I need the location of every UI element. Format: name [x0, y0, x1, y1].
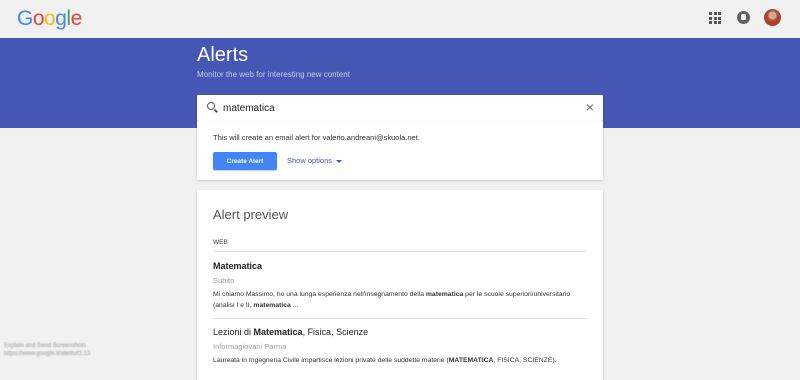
watermark-line: Explain and Send Screenshots [4, 343, 87, 349]
divider [213, 251, 587, 252]
watermark: Explain and Send Screenshots https://www… [4, 342, 90, 358]
page-title: Alerts [197, 44, 249, 66]
page-subtitle: Monitor the web for interesting new cont… [197, 70, 350, 79]
result-source: Informagiovani Parma [213, 342, 287, 351]
result-title-highlight: Matematica [253, 327, 303, 337]
logo-letter: G [17, 7, 33, 30]
alert-preview-card: Alert preview WEB Matematica Subito Mi c… [197, 190, 603, 380]
notifications-icon[interactable] [737, 11, 750, 24]
watermark-line: https://www.google.it/alerts#1:13 [4, 351, 91, 357]
section-label: WEB [213, 239, 228, 246]
snippet-highlight: MATEMATICA [448, 357, 494, 364]
avatar[interactable] [764, 9, 781, 26]
result-snippet: Laureata in Ingegneria Civile impartisce… [213, 355, 593, 366]
result-source: Subito [213, 276, 235, 285]
snippet-text: Mi chiamo Massimo, ho una lunga esperien… [213, 291, 426, 298]
divider [213, 318, 587, 319]
search-box[interactable]: × [197, 95, 603, 121]
result-title-text: Matematica [213, 261, 263, 271]
top-bar: Google [0, 0, 800, 38]
show-options-link[interactable]: Show options [287, 156, 343, 165]
result-title[interactable]: Lezioni di Matematica, Fisica, Scienze [213, 327, 593, 337]
logo-letter: o [44, 7, 56, 30]
search-input[interactable] [221, 100, 561, 116]
logo-letter: o [32, 7, 45, 30]
snippet-text: , FISICA, SCIENZE). [493, 357, 557, 364]
show-options-label: Show options [287, 156, 333, 165]
snippet-text: Laureata in Ingegneria Civile impartisce… [213, 357, 449, 364]
snippet-highlight: matematica [425, 291, 464, 298]
preview-title: Alert preview [213, 207, 289, 222]
close-icon[interactable]: × [584, 100, 596, 114]
chevron-down-icon [336, 159, 343, 163]
result-title-text: Lezioni di [213, 327, 254, 337]
list-item: Lezioni di Matematica, Fisica, Scienze I… [213, 327, 593, 366]
list-item: Matematica Subito Mi chiamo Massimo, ho … [213, 261, 593, 311]
logo-letter: g [55, 7, 67, 30]
result-title-text: , Fisica, Scienze [302, 327, 369, 337]
search-icon [207, 102, 215, 110]
apps-grid-icon[interactable] [709, 12, 721, 24]
create-alert-card: This will create an email alert for vale… [197, 121, 603, 180]
logo-letter: e [70, 7, 83, 30]
google-logo[interactable]: Google [17, 7, 82, 31]
email-note: This will create an email alert for vale… [213, 133, 420, 142]
snippet-text: ... [290, 302, 299, 309]
snippet-highlight: matematica [253, 302, 291, 309]
create-alert-button[interactable]: Create Alert [213, 152, 277, 170]
result-snippet: Mi chiamo Massimo, ho una lunga esperien… [213, 289, 593, 311]
result-title[interactable]: Matematica [213, 261, 593, 271]
